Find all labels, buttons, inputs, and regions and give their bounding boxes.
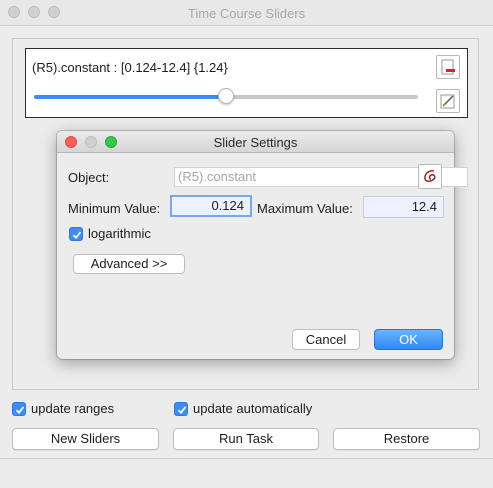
restore-button[interactable]: Restore [333,428,480,450]
maximum-value-input[interactable]: 12.4 [363,196,444,218]
minimum-value-label: Minimum Value: [68,201,161,216]
choose-object-button[interactable] [418,164,442,189]
edit-slider-button[interactable] [436,89,460,113]
ok-button[interactable]: OK [374,329,443,350]
checkmark-icon [15,405,25,414]
update-ranges-checkbox[interactable] [12,401,26,416]
update-automatically-option[interactable]: update automatically [174,401,312,416]
dialog-title: Slider Settings [213,135,298,150]
new-sliders-button[interactable]: New Sliders [12,428,159,450]
remove-slider-icon [441,59,455,75]
logarithmic-checkbox[interactable] [69,226,83,241]
object-label: Object: [68,170,110,185]
slider-label: (R5).constant : [0.124-12.4] {1.24} [32,60,228,75]
slider-box: (R5).constant : [0.124-12.4] {1.24} [25,48,468,118]
logarithmic-option[interactable]: logarithmic [69,226,151,241]
slider-settings-dialog: Slider Settings Object: (R5).constant Mi… [57,131,468,359]
maximum-value-label: Maximum Value: [257,201,353,216]
advanced-button[interactable]: Advanced >> [73,254,185,274]
update-automatically-label: update automatically [193,401,313,416]
object-browser-icon [424,170,436,182]
window-titlebar: Time Course Sliders [0,0,493,26]
minimum-value-input[interactable]: 0.124 [170,195,252,217]
logarithmic-label: logarithmic [88,226,151,241]
checkmark-icon [72,230,82,239]
cancel-button[interactable]: Cancel [292,329,360,350]
slider-fill [34,95,226,99]
update-ranges-label: update ranges [31,401,115,416]
update-ranges-option[interactable]: update ranges [12,401,114,416]
update-automatically-checkbox[interactable] [174,401,188,416]
slider-thumb[interactable] [218,88,234,104]
run-task-button[interactable]: Run Task [173,428,319,450]
checkmark-icon [177,405,187,414]
edit-slider-icon [440,94,455,109]
status-bar [0,458,493,488]
dialog-titlebar: Slider Settings [57,131,454,153]
remove-slider-button[interactable] [436,55,460,79]
window-title: Time Course Sliders [187,6,306,21]
